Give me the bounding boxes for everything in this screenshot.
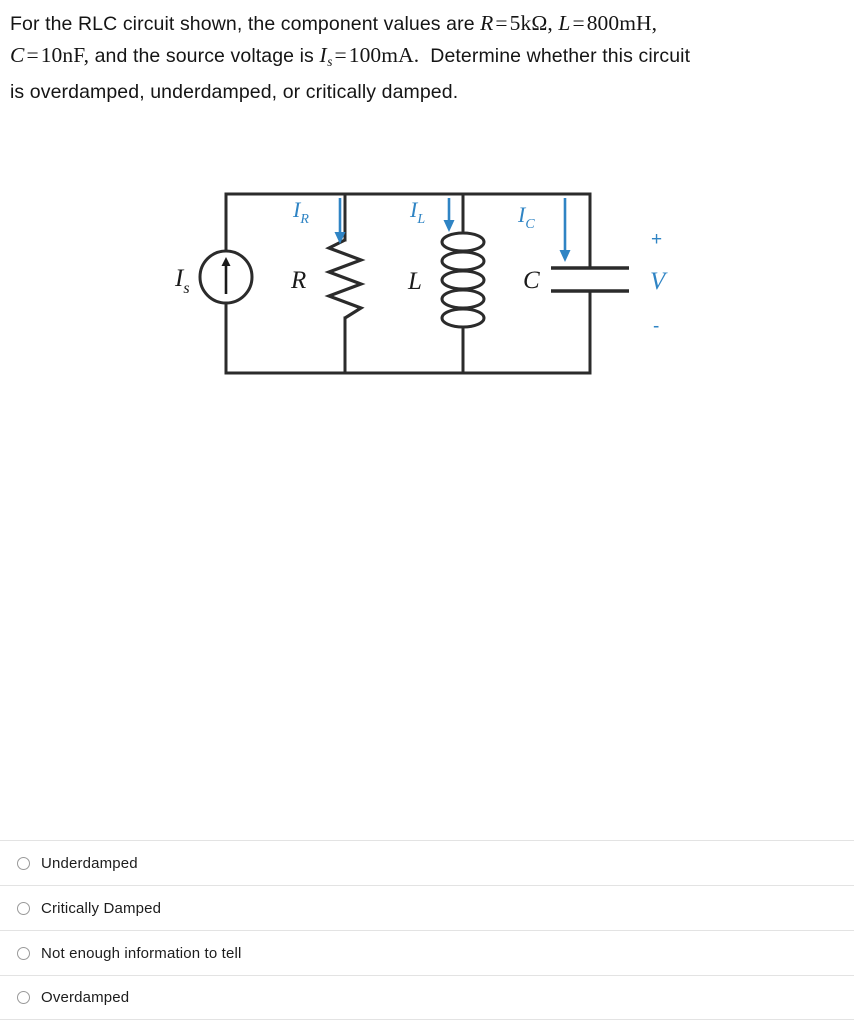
math-R-symbol: R — [480, 11, 494, 35]
question-text: For the RLC circuit shown, the component… — [10, 8, 848, 108]
math-C-value: 10nF, — [40, 43, 90, 67]
current-arrow-L-head — [443, 220, 455, 232]
question-line-1-prose: For the RLC circuit shown, the component… — [10, 13, 481, 35]
math-C-expression: C=10nF, — [10, 43, 89, 67]
current-label-IR: IR — [292, 197, 309, 227]
current-label-IC-sub: C — [525, 217, 535, 232]
inductor-label: L — [407, 268, 422, 295]
choice-label: Critically Damped — [41, 899, 162, 917]
math-Is-symbol: I — [319, 43, 327, 67]
choice-label: Not enough information to tell — [41, 944, 242, 962]
math-equals-3: = — [26, 43, 39, 67]
math-R-expression: R=5kΩ, L=800mH, — [480, 11, 657, 35]
math-L-symbol: L — [558, 11, 571, 35]
current-label-IR-sub: R — [299, 212, 309, 227]
circuit-diagram: Is R L C IR IL IC + V - — [0, 160, 854, 420]
capacitor-symbol — [551, 266, 629, 293]
resistor-symbol — [324, 238, 366, 320]
source-label-sub: s — [183, 280, 189, 297]
voltage-label-V: V — [650, 268, 668, 295]
circuit-svg: Is R L C IR IL IC + V - — [174, 192, 668, 375]
math-Is-expression: Is=100mA. — [319, 43, 420, 69]
answer-choices-list: Underdamped Critically Damped Not enough… — [0, 840, 854, 1020]
current-arrow-C-head — [559, 250, 571, 262]
polarity-minus-label: - — [653, 316, 659, 337]
choice-row-overdamped[interactable]: Overdamped — [0, 975, 854, 1020]
math-R-value: 5kΩ, — [509, 11, 553, 35]
radio-button-icon[interactable] — [17, 901, 30, 915]
inductor-symbol — [440, 231, 486, 329]
current-label-IC: IC — [517, 202, 535, 232]
current-source-symbol — [198, 249, 254, 305]
question-line-2: C=10nF, and the source voltage is Is=100… — [10, 40, 848, 77]
capacitor-label: C — [523, 267, 540, 294]
radio-button-icon[interactable] — [17, 856, 30, 870]
current-label-IL: IL — [409, 197, 425, 227]
choice-label: Underdamped — [41, 854, 138, 872]
question-line-2-tail: Determine whether this circuit — [430, 45, 691, 67]
resistor-label: R — [290, 267, 306, 294]
choice-row-not-enough-information[interactable]: Not enough information to tell — [0, 930, 854, 975]
source-label-Is: Is — [174, 265, 190, 297]
current-label-IL-sub: L — [416, 212, 425, 227]
polarity-plus-label: + — [651, 229, 662, 250]
question-line-1: For the RLC circuit shown, the component… — [10, 8, 848, 40]
math-L-value: 800mH, — [586, 11, 658, 35]
math-equals-1: = — [495, 11, 508, 35]
math-C-symbol: C — [10, 43, 25, 67]
math-equals-2: = — [572, 11, 585, 35]
question-line-3: is overdamped, underdamped, or criticall… — [10, 80, 459, 103]
math-Is-subscript: s — [327, 53, 333, 69]
radio-button-icon[interactable] — [17, 991, 30, 1004]
radio-button-icon[interactable] — [17, 946, 30, 960]
math-equals-4: = — [334, 43, 347, 67]
question-line-2-prose: and the source voltage is — [94, 45, 314, 67]
choice-label: Overdamped — [41, 989, 130, 1006]
choice-row-underdamped[interactable]: Underdamped — [0, 840, 854, 885]
math-Is-value: 100mA. — [348, 43, 420, 67]
choice-row-critically-damped[interactable]: Critically Damped — [0, 885, 854, 930]
